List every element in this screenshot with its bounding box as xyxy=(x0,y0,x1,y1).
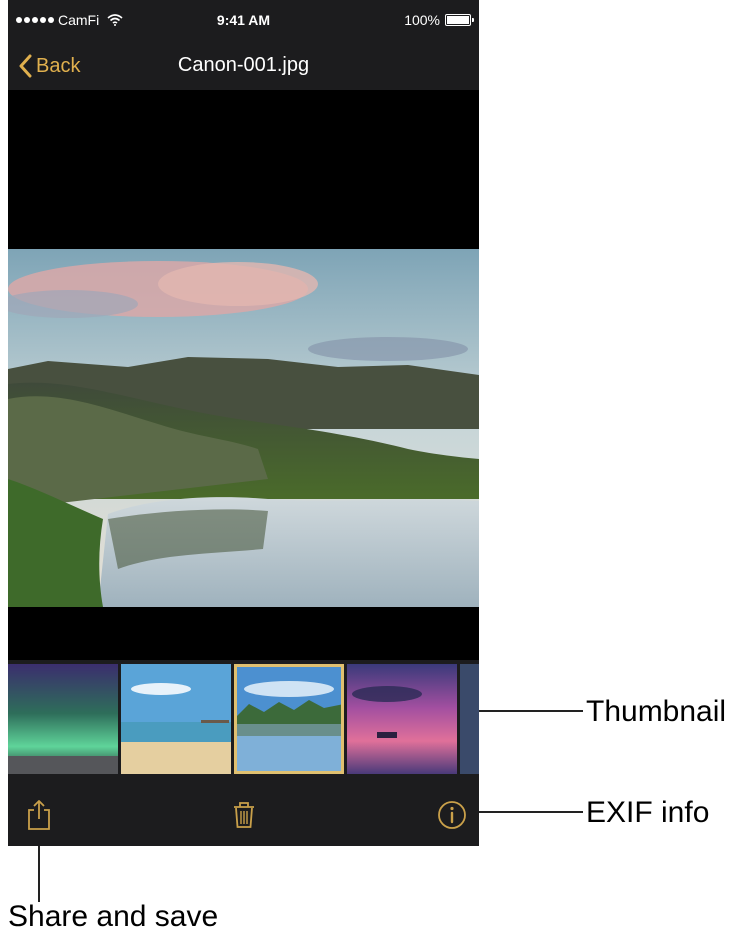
main-photo[interactable] xyxy=(8,249,479,607)
bottom-toolbar xyxy=(8,784,479,846)
thumbnail-partial[interactable] xyxy=(460,664,479,774)
share-callout-label: Share and save xyxy=(8,900,219,933)
aurora-image xyxy=(8,664,118,774)
exif-info-button[interactable] xyxy=(435,798,469,832)
beach-image xyxy=(121,664,231,774)
nav-bar: Back Canon-001.jpg xyxy=(8,42,479,90)
share-button[interactable] xyxy=(22,798,56,832)
phone-screen: CamFi 9:41 AM 100% Back Canon-001.jpg xyxy=(8,0,479,846)
exif-callout-line xyxy=(479,811,583,813)
delete-button[interactable] xyxy=(227,798,261,832)
page-title: Canon-001.jpg xyxy=(177,54,310,76)
share-callout-line xyxy=(38,846,40,902)
battery-icon xyxy=(445,14,474,26)
battery-percent: 100% xyxy=(404,12,440,28)
share-icon xyxy=(28,800,50,830)
status-bar: CamFi 9:41 AM 100% xyxy=(8,0,479,42)
status-right: 100% xyxy=(404,12,474,28)
thumbnail-beach[interactable] xyxy=(121,664,231,774)
trash-icon xyxy=(234,802,254,828)
thumbnail-callout-line xyxy=(479,710,583,712)
exif-callout-label: EXIF info xyxy=(586,796,710,829)
info-icon xyxy=(438,801,466,829)
thumbnail-callout-label: Thumbnail xyxy=(586,695,727,728)
thumbnail-aurora[interactable] xyxy=(8,664,118,774)
thumbnail-lake-selected[interactable] xyxy=(234,664,344,774)
thumbnail-strip[interactable] xyxy=(8,660,479,784)
photo-viewer[interactable] xyxy=(8,90,479,660)
landscape-photo xyxy=(8,249,479,607)
partial-image xyxy=(460,664,479,774)
thumbnail-sunset[interactable] xyxy=(347,664,457,774)
lake-image xyxy=(234,664,344,774)
sunset-image xyxy=(347,664,457,774)
